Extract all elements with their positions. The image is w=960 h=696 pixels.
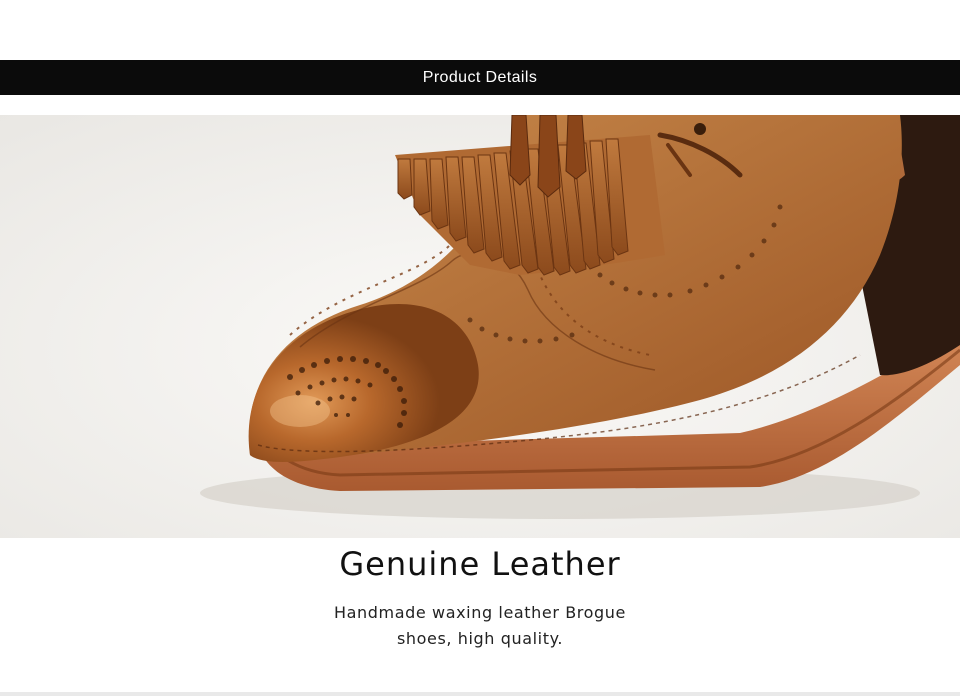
brogue-tassel-shoe-icon	[0, 115, 960, 538]
feature-title: Genuine Leather	[339, 545, 621, 583]
section-title: Product Details	[422, 68, 538, 86]
bottom-divider	[0, 692, 960, 696]
feature-description-line-2: shoes, high quality.	[396, 629, 564, 648]
product-details-page: Product Details Genuine Leather Handmade…	[0, 0, 960, 696]
feature-description-line-1: Handmade waxing leather Brogue	[334, 603, 626, 622]
product-photo	[0, 115, 960, 538]
feature-description: Handmade waxing leather Brogue shoes, hi…	[0, 600, 960, 652]
section-header-bar: Product Details	[0, 60, 960, 95]
